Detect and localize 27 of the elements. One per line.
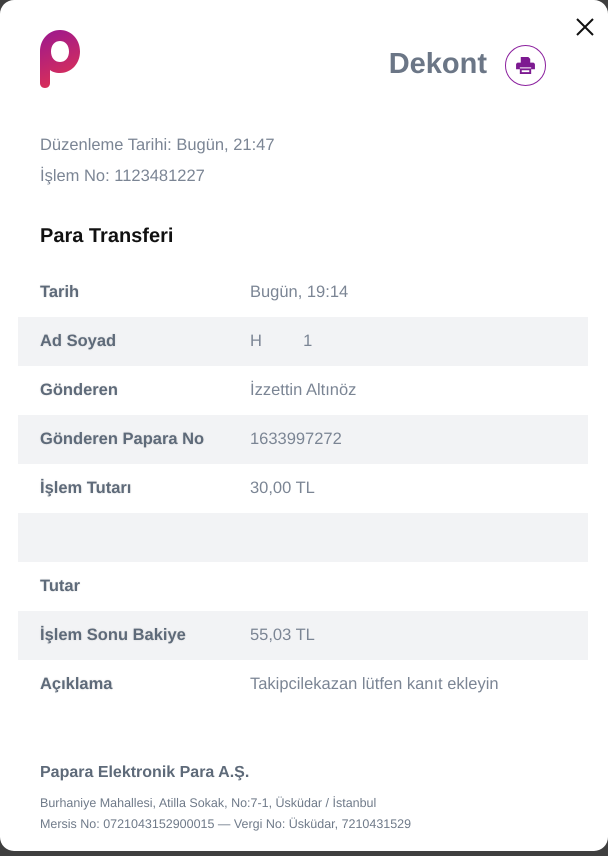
company-name: Papara Elektronik Para A.Ş. — [40, 763, 250, 783]
row-label: Tutar — [40, 577, 82, 596]
row-label: Ad Soyad — [40, 332, 118, 351]
row-value: 30,00 TL — [250, 479, 315, 498]
row-value: Bugün, 19:14 — [250, 283, 348, 302]
row-label: Açıklama — [40, 675, 114, 694]
close-button[interactable] — [574, 16, 596, 38]
address-text: Mersis No: 0721043152900015 — Vergi No: Üsküdar, 7210431529 — [40, 816, 412, 833]
print-button[interactable] — [505, 45, 546, 86]
meta-text: Düzenleme Tarihi: Bugün, 21:47 — [40, 135, 275, 156]
row-label: Gönderen — [40, 381, 119, 400]
close-icon — [576, 18, 594, 36]
logo-icon — [40, 30, 80, 88]
row-label: İşlem Tutarı — [40, 479, 132, 498]
meta-text: İşlem No: 1123481227 — [40, 166, 205, 187]
row-value: 1633997272 — [250, 430, 342, 449]
row-label: Tarih — [40, 283, 80, 302]
row-value: 55,03 TL — [250, 626, 315, 645]
row-value: Takipcilekazan lütfen kanıt ekleyin — [250, 675, 499, 694]
printer-icon — [516, 57, 535, 74]
receipt-title: Dekont — [388, 47, 487, 81]
row-value: İzzettin Altınöz — [250, 381, 356, 400]
section-title: Para Transferi — [40, 224, 174, 249]
row-value: H 1 — [250, 332, 312, 351]
row-label: Gönderen Papara No — [40, 430, 206, 449]
row-label: İşlem Sonu Bakiye — [40, 626, 187, 645]
address-text: Burhaniye Mahallesi, Atilla Sokak, No:7-1, Üsküdar / İstanbul — [40, 795, 376, 812]
